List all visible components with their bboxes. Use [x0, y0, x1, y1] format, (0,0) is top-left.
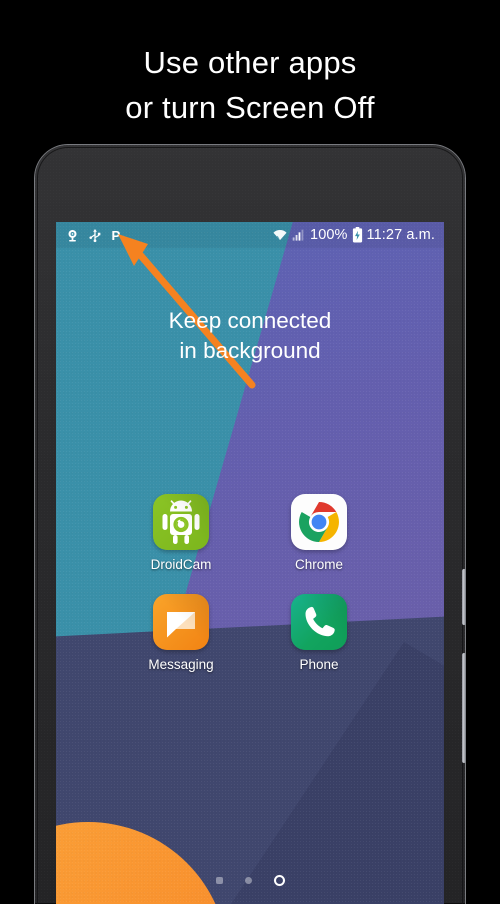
- battery-full-icon: [352, 227, 362, 243]
- usb-icon: [89, 228, 101, 242]
- app-grid: DroidCam Chrome Messaging Phone: [56, 494, 444, 694]
- caption-line-1: Keep connected: [168, 308, 332, 333]
- promo-headline: Use other apps or turn Screen Off: [0, 40, 500, 130]
- icon-shade: [153, 594, 209, 650]
- power-button[interactable]: [462, 569, 466, 625]
- app-chrome[interactable]: Chrome: [273, 494, 365, 572]
- phone-screen: P 100% 11:27 a.m. Keep connected in back…: [56, 222, 444, 904]
- svg-text:P: P: [112, 228, 121, 243]
- chrome-icon: [291, 494, 347, 550]
- headline-line-2: or turn Screen Off: [125, 90, 375, 125]
- app-row-1: DroidCam Chrome: [56, 494, 444, 572]
- phone-frame: P 100% 11:27 a.m. Keep connected in back…: [34, 144, 466, 904]
- droidcam-icon: [153, 494, 209, 550]
- caption-line-2: in background: [179, 338, 321, 363]
- page-dot-active[interactable]: [273, 875, 285, 886]
- webcam-icon: [68, 229, 77, 241]
- wifi-icon: [273, 229, 287, 241]
- overlay-caption: Keep connected in background: [56, 306, 444, 366]
- battery-percent-label: 100%: [310, 227, 348, 243]
- icon-shade: [291, 594, 347, 650]
- app-droidcam[interactable]: DroidCam: [135, 494, 227, 572]
- app-messaging[interactable]: Messaging: [135, 594, 227, 672]
- status-bar-left-icons: P: [65, 228, 123, 243]
- app-label: Chrome: [294, 557, 343, 572]
- app-label: Messaging: [148, 657, 214, 672]
- messaging-icon: [153, 594, 209, 650]
- volume-button[interactable]: [462, 653, 466, 763]
- status-bar-right: 100% 11:27 a.m.: [272, 227, 435, 243]
- app-phone[interactable]: Phone: [273, 594, 365, 672]
- phone-icon: [291, 594, 347, 650]
- icon-shade: [153, 494, 209, 550]
- status-bar[interactable]: P 100% 11:27 a.m.: [56, 222, 444, 248]
- cellular-signal-icon: [292, 229, 304, 241]
- droidcam-p-icon: P: [112, 228, 121, 243]
- app-label: Phone: [299, 657, 339, 672]
- app-row-2: Messaging Phone: [56, 594, 444, 672]
- headline-line-1: Use other apps: [143, 45, 357, 80]
- promo-stage: Use other apps or turn Screen Off P 100%…: [0, 0, 500, 904]
- clock-label: 11:27 a.m.: [366, 227, 435, 243]
- app-label: DroidCam: [150, 557, 212, 572]
- page-indicator: [56, 875, 444, 886]
